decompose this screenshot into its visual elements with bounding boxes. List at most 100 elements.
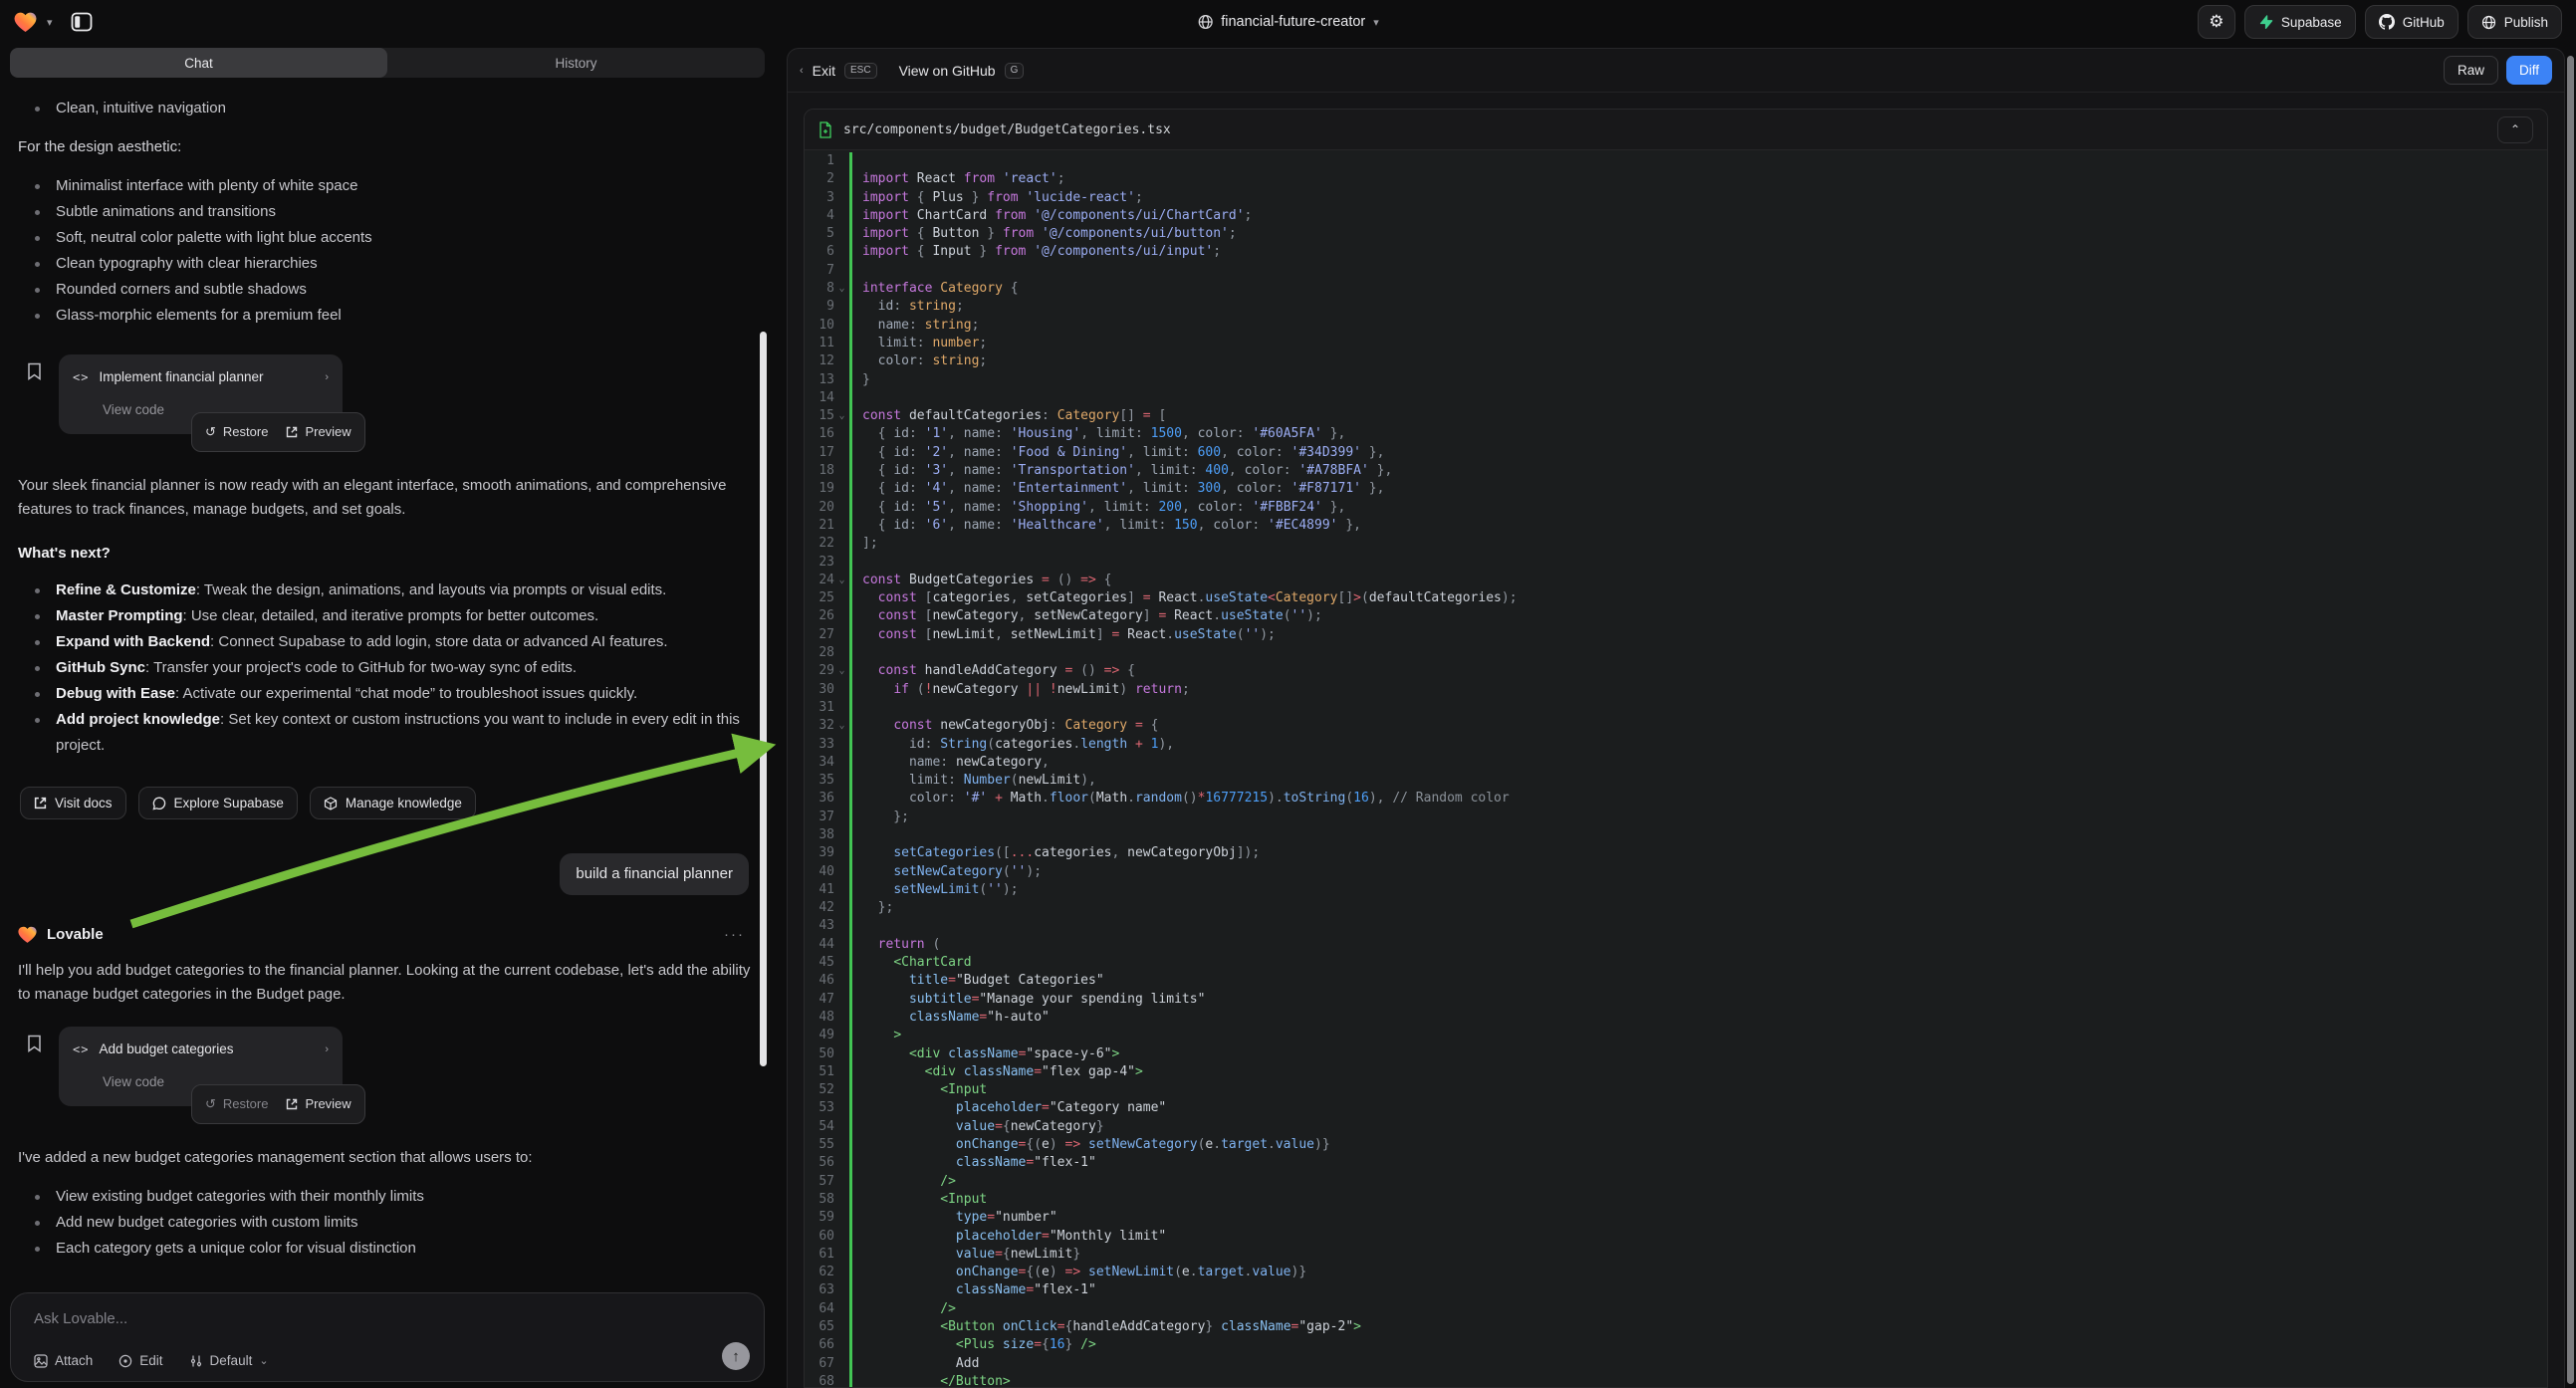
code-line: 53 placeholder="Category name" xyxy=(805,1099,2547,1117)
g-kbd: G xyxy=(1005,63,1025,79)
top-bar: ▾ financial-future-creator ▾ ⚙ Supabase xyxy=(0,0,2576,44)
version-card-1: <> Implement financial planner › View co… xyxy=(22,354,755,458)
design-bullets: Minimalist interface with plenty of whit… xyxy=(14,173,755,329)
bullet-item: Debug with Ease: Activate our experiment… xyxy=(14,681,755,707)
code-line: 15⌄const defaultCategories: Category[] =… xyxy=(805,407,2547,425)
supabase-button[interactable]: Supabase xyxy=(2244,5,2356,39)
project-switcher[interactable]: financial-future-creator ▾ xyxy=(1197,0,1379,44)
bullet-item: Add project knowledge: Set key context o… xyxy=(14,707,755,759)
code-line: 32⌄ const newCategoryObj: Category = { xyxy=(805,717,2547,735)
manage-knowledge-button[interactable]: Manage knowledge xyxy=(310,787,476,819)
file-header[interactable]: src/components/budget/BudgetCategories.t… xyxy=(805,110,2547,150)
supabase-bolt-icon xyxy=(2258,15,2273,30)
code-line: 22]; xyxy=(805,535,2547,553)
next-steps-bullets: Refine & Customize: Tweak the design, an… xyxy=(14,578,755,759)
code-line: 67 Add xyxy=(805,1355,2547,1373)
esc-kbd: ESC xyxy=(844,63,877,79)
code-line: 29⌄ const handleAddCategory = () => { xyxy=(805,662,2547,680)
code-line: 46 title="Budget Categories" xyxy=(805,972,2547,990)
code-line: 65 <Button onClick={handleAddCategory} c… xyxy=(805,1318,2547,1336)
version-card-2: <> Add budget categories › View code ↺ R… xyxy=(22,1027,755,1130)
code-body[interactable]: 1 2import React from 'react';3import { P… xyxy=(805,150,2547,1387)
window-scrollbar[interactable] xyxy=(2567,56,2574,1384)
raw-toggle-button[interactable]: Raw xyxy=(2444,56,2498,85)
code-line: 40 setNewCategory(''); xyxy=(805,863,2547,881)
version-title: Implement financial planner xyxy=(99,365,315,389)
message-menu-button[interactable]: ··· xyxy=(724,923,745,947)
added-bullets: View existing budget categories with the… xyxy=(14,1184,755,1262)
bullet-item: Each category gets a unique color for vi… xyxy=(14,1236,755,1262)
sidebar-toggle-icon[interactable] xyxy=(71,12,93,32)
chat-messages: Clean, intuitive navigation For the desi… xyxy=(10,88,765,1288)
chevron-down-icon: ⌄ xyxy=(259,1354,268,1367)
ready-paragraph: Your sleek financial planner is now read… xyxy=(14,474,751,522)
help-paragraph: I'll help you add budget categories to t… xyxy=(14,959,751,1007)
preview-button[interactable]: Preview xyxy=(286,1092,351,1116)
code-line: 24⌄const BudgetCategories = () => { xyxy=(805,572,2547,589)
code-line: 56 className="flex-1" xyxy=(805,1154,2547,1172)
collapse-file-button[interactable]: ⌃ xyxy=(2497,116,2533,143)
github-button[interactable]: GitHub xyxy=(2365,5,2459,39)
version-actions: ↺ Restore Preview xyxy=(191,1084,365,1124)
sliders-icon xyxy=(189,1354,203,1368)
code-line: 61 value={newLimit} xyxy=(805,1246,2547,1264)
whats-next-heading: What's next? xyxy=(14,542,755,566)
code-line: 62 onChange={(e) => setNewLimit(e.target… xyxy=(805,1264,2547,1281)
visit-docs-button[interactable]: Visit docs xyxy=(20,787,126,819)
code-line: 54 value={newCategory} xyxy=(805,1118,2547,1136)
chevron-right-icon: › xyxy=(325,1038,329,1061)
bookmark-icon[interactable] xyxy=(27,1035,42,1052)
code-line: 23 xyxy=(805,554,2547,572)
attach-button[interactable]: Attach xyxy=(34,1353,93,1368)
project-name: financial-future-creator xyxy=(1221,14,1365,30)
code-line: 68 </Button> xyxy=(805,1373,2547,1387)
bullet-item: Add new budget categories with custom li… xyxy=(14,1210,755,1236)
code-line: 31 xyxy=(805,699,2547,717)
gear-icon: ⚙ xyxy=(2209,12,2224,32)
code-line: 36 color: '#' + Math.floor(Math.random()… xyxy=(805,790,2547,808)
code-line: 47 subtitle="Manage your spending limits… xyxy=(805,991,2547,1009)
lovable-logo-icon[interactable] xyxy=(14,12,37,33)
restore-button[interactable]: ↺ Restore xyxy=(205,1092,268,1116)
edit-button[interactable]: Edit xyxy=(118,1353,162,1368)
bullet-item: GitHub Sync: Transfer your project's cod… xyxy=(14,655,755,681)
mode-selector[interactable]: Default ⌄ xyxy=(189,1353,269,1368)
preview-button[interactable]: Preview xyxy=(286,420,351,444)
code-line: 58 <Input xyxy=(805,1191,2547,1209)
code-line: 42 }; xyxy=(805,899,2547,917)
settings-button[interactable]: ⚙ xyxy=(2198,5,2235,39)
code-line: 13} xyxy=(805,371,2547,389)
code-line: 26 const [newCategory, setNewCategory] =… xyxy=(805,607,2547,625)
version-title: Add budget categories xyxy=(99,1038,315,1061)
exit-button[interactable]: ‹ Exit ESC xyxy=(800,63,877,79)
composer[interactable]: Ask Lovable... Attach Edit Default ⌄ xyxy=(10,1292,765,1382)
code-line: 18 { id: '3', name: 'Transportation', li… xyxy=(805,462,2547,480)
bookmark-icon[interactable] xyxy=(27,362,42,380)
code-line: 17 { id: '2', name: 'Food & Dining', lim… xyxy=(805,444,2547,462)
tab-chat[interactable]: Chat xyxy=(10,48,387,78)
bullet-item: Subtle animations and transitions xyxy=(14,199,755,225)
code-line: 7 xyxy=(805,262,2547,280)
logo-chevron-down-icon[interactable]: ▾ xyxy=(47,16,53,29)
arrow-up-icon: ↑ xyxy=(732,1348,740,1365)
restore-button[interactable]: ↺ Restore xyxy=(205,420,268,444)
explore-supabase-button[interactable]: Explore Supabase xyxy=(138,787,298,819)
view-on-github-button[interactable]: View on GitHub G xyxy=(899,63,1025,79)
code-line: 25 const [categories, setCategories] = R… xyxy=(805,589,2547,607)
code-line: 41 setNewLimit(''); xyxy=(805,881,2547,899)
target-icon xyxy=(118,1354,132,1368)
send-button[interactable]: ↑ xyxy=(722,1342,750,1370)
globe-icon xyxy=(1197,14,1213,30)
chat-scrollbar[interactable] xyxy=(760,332,767,1066)
code-line: 20 { id: '5', name: 'Shopping', limit: 2… xyxy=(805,499,2547,517)
bullet-item: Rounded corners and subtle shadows xyxy=(14,277,755,303)
project-chevron-down-icon: ▾ xyxy=(1373,16,1379,29)
file-path: src/components/budget/BudgetCategories.t… xyxy=(843,122,1171,137)
publish-button[interactable]: Publish xyxy=(2467,5,2562,39)
publish-globe-icon xyxy=(2481,15,2496,30)
aesthetic-heading: For the design aesthetic: xyxy=(14,135,755,159)
lovable-heart-icon xyxy=(18,926,37,944)
restore-icon: ↺ xyxy=(205,1092,216,1116)
diff-toggle-button[interactable]: Diff xyxy=(2506,56,2552,85)
tab-history[interactable]: History xyxy=(387,48,765,78)
